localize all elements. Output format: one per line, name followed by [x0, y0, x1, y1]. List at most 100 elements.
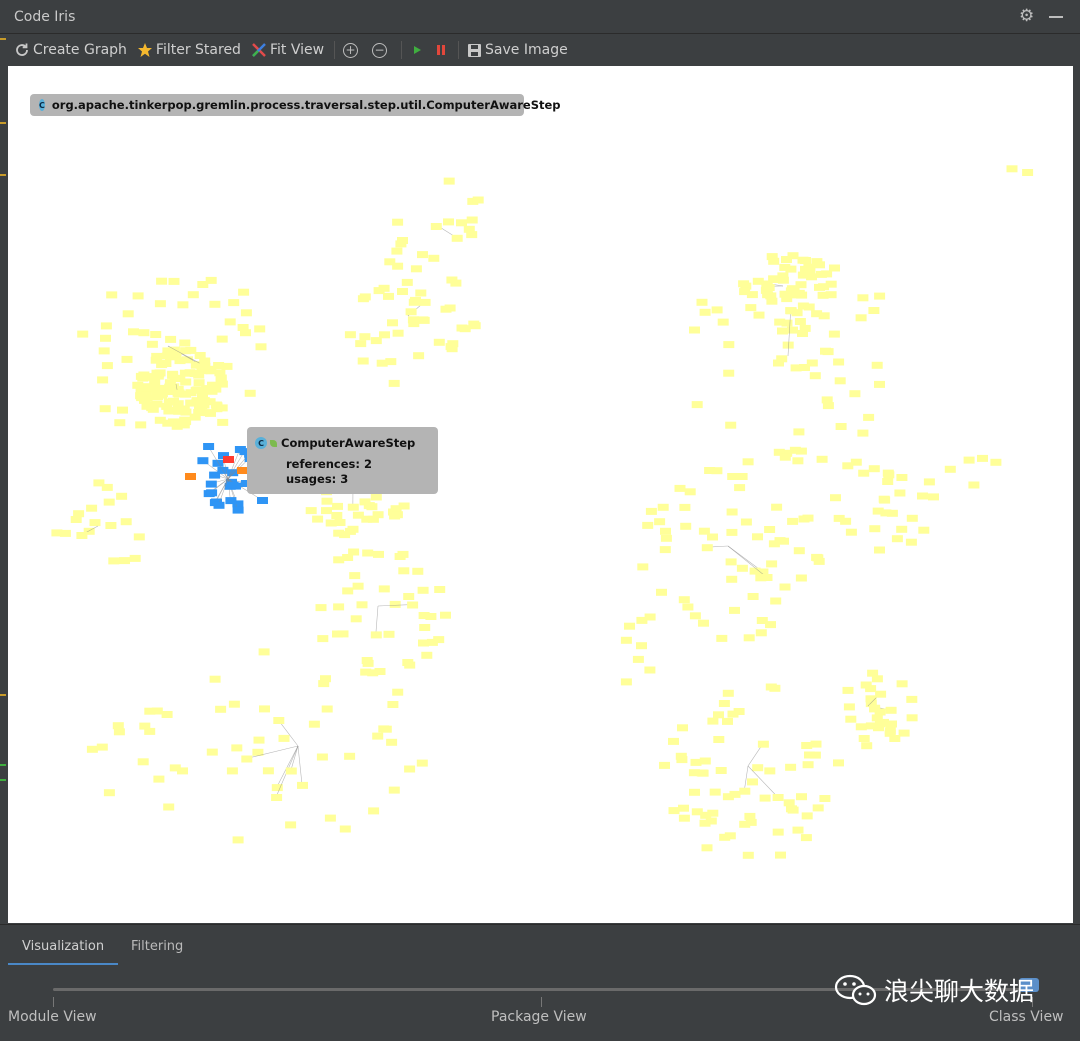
graph-node[interactable] — [360, 668, 372, 676]
graph-node[interactable] — [781, 256, 792, 263]
graph-node[interactable] — [642, 521, 654, 529]
graph-node[interactable] — [944, 465, 956, 473]
run-icon[interactable] — [410, 43, 424, 57]
graph-node[interactable] — [397, 237, 408, 244]
graph-node[interactable] — [132, 292, 144, 300]
gear-icon[interactable]: ⚙ — [1019, 6, 1034, 26]
graph-node[interactable] — [77, 330, 89, 338]
graph-node[interactable] — [761, 574, 773, 581]
graph-node[interactable] — [342, 587, 354, 595]
graph-node[interactable] — [59, 529, 71, 537]
graph-node[interactable] — [262, 767, 274, 775]
graph-node[interactable] — [849, 390, 861, 398]
graph-node[interactable] — [231, 744, 243, 752]
graph-node[interactable] — [374, 668, 386, 675]
related-node[interactable] — [206, 489, 218, 497]
graph-node[interactable] — [76, 532, 88, 539]
graph-node[interactable] — [417, 586, 429, 594]
graph-node[interactable] — [711, 467, 723, 475]
graph-node[interactable] — [167, 370, 179, 378]
graph-node[interactable] — [392, 262, 404, 270]
graph-node[interactable] — [802, 514, 814, 522]
graph-node[interactable] — [727, 473, 739, 480]
graph-node[interactable] — [184, 369, 196, 377]
graph-node[interactable] — [190, 386, 202, 394]
graph-node[interactable] — [163, 803, 175, 811]
related-node[interactable] — [213, 501, 225, 509]
graph-node[interactable] — [144, 727, 156, 735]
graph-node[interactable] — [331, 512, 343, 519]
graph-node[interactable] — [762, 291, 774, 299]
graph-node[interactable] — [205, 409, 216, 417]
graph-node[interactable] — [347, 525, 359, 533]
graph-node[interactable] — [391, 511, 403, 519]
graph-node[interactable] — [736, 473, 748, 480]
graph-node[interactable] — [391, 247, 403, 255]
graph-node[interactable] — [855, 314, 867, 322]
graph-node[interactable] — [421, 651, 433, 659]
graph-node[interactable] — [332, 502, 343, 510]
graph-node[interactable] — [990, 458, 1002, 466]
graph-node[interactable] — [834, 377, 846, 385]
graph-node[interactable] — [259, 705, 270, 713]
graph-node[interactable] — [707, 717, 719, 725]
graph-node[interactable] — [356, 601, 368, 609]
graph-node[interactable] — [373, 550, 384, 558]
graph-node[interactable] — [764, 526, 776, 533]
graph-node[interactable] — [894, 489, 906, 497]
graph-node[interactable] — [668, 807, 680, 815]
graph-node[interactable] — [793, 289, 805, 297]
graph-node[interactable] — [204, 398, 216, 406]
graph-node[interactable] — [401, 278, 413, 286]
graph-node[interactable] — [726, 528, 738, 536]
graph-node[interactable] — [747, 593, 759, 600]
graph-node[interactable] — [624, 622, 635, 630]
graph-node[interactable] — [317, 635, 329, 643]
graph-node[interactable] — [963, 456, 975, 464]
graph-node[interactable] — [787, 806, 799, 814]
graph-node[interactable] — [696, 298, 708, 306]
graph-node[interactable] — [383, 292, 394, 300]
graph-canvas[interactable]: C org.apache.tinkerpop.gremlin.process.t… — [8, 66, 1073, 923]
graph-node[interactable] — [787, 326, 798, 334]
graph-node[interactable] — [727, 710, 739, 718]
graph-node[interactable] — [321, 507, 332, 515]
graph-node[interactable] — [724, 832, 736, 840]
graph-node[interactable] — [843, 703, 855, 711]
graph-node[interactable] — [781, 319, 793, 327]
graph-node[interactable] — [800, 834, 812, 842]
graph-node[interactable] — [378, 284, 390, 292]
graph-node[interactable] — [891, 535, 903, 543]
graph-node[interactable] — [680, 522, 692, 530]
graph-node[interactable] — [802, 761, 814, 769]
graph-node[interactable] — [668, 737, 679, 745]
graph-node[interactable] — [151, 387, 163, 395]
graph-node[interactable] — [419, 298, 431, 306]
graph-node[interactable] — [170, 350, 182, 358]
graph-node[interactable] — [103, 498, 115, 506]
graph-node[interactable] — [388, 379, 400, 387]
graph-node[interactable] — [816, 455, 828, 463]
graph-node[interactable] — [228, 700, 240, 708]
graph-node[interactable] — [747, 778, 758, 786]
graph-node[interactable] — [168, 277, 180, 285]
graph-node[interactable] — [872, 507, 884, 515]
graph-node[interactable] — [443, 218, 454, 226]
graph-node[interactable] — [312, 515, 324, 523]
graph-node[interactable] — [977, 454, 988, 462]
graph-node[interactable] — [739, 787, 751, 795]
graph-node[interactable] — [96, 743, 108, 751]
graph-node[interactable] — [403, 593, 415, 600]
graph-node[interactable] — [129, 554, 141, 562]
graph-node[interactable] — [857, 429, 869, 437]
graph-node[interactable] — [370, 493, 382, 501]
graph-node[interactable] — [122, 310, 134, 318]
graph-node[interactable] — [140, 391, 152, 399]
graph-node[interactable] — [796, 793, 807, 801]
graph-node[interactable] — [347, 503, 359, 511]
graph-node[interactable] — [793, 428, 805, 436]
zoom-out-icon[interactable]: − — [372, 42, 388, 58]
graph-node[interactable] — [765, 683, 777, 691]
graph-node[interactable] — [392, 688, 404, 696]
graph-node[interactable] — [187, 291, 199, 299]
